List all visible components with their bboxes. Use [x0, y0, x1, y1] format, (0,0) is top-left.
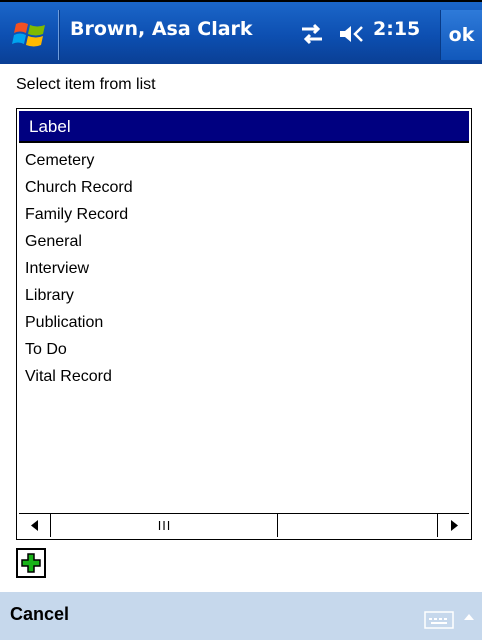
list-item[interactable]: Family Record: [25, 201, 463, 228]
column-header-label[interactable]: Label: [19, 111, 469, 143]
list-item[interactable]: Publication: [25, 309, 463, 336]
item-list[interactable]: Label Cemetery Church Record Family Reco…: [16, 108, 472, 540]
speaker-icon[interactable]: [338, 21, 366, 47]
clock[interactable]: 2:15: [373, 18, 420, 40]
horizontal-scrollbar[interactable]: III: [19, 513, 469, 537]
cancel-button[interactable]: Cancel: [10, 604, 69, 625]
scroll-right-button[interactable]: [437, 514, 469, 537]
menu-bar: Cancel: [0, 592, 482, 640]
list-item[interactable]: Library: [25, 282, 463, 309]
list-item[interactable]: Cemetery: [25, 147, 463, 174]
arrow-left-icon: [31, 520, 38, 531]
add-button[interactable]: [16, 548, 46, 578]
scroll-left-button[interactable]: [19, 514, 51, 537]
scroll-thumb[interactable]: III: [52, 514, 278, 537]
thumb-grip: III: [157, 519, 172, 533]
list-item[interactable]: Church Record: [25, 174, 463, 201]
arrow-right-icon: [451, 520, 458, 531]
plus-icon: [21, 553, 41, 573]
title-divider: [58, 10, 60, 60]
keyboard-icon[interactable]: [424, 610, 454, 630]
prompt-label: Select item from list: [16, 76, 156, 93]
list-item[interactable]: Interview: [25, 255, 463, 282]
connectivity-icon[interactable]: [298, 21, 326, 47]
ok-button[interactable]: ok: [440, 10, 482, 60]
windows-flag-icon[interactable]: [12, 16, 48, 52]
title-bar: Brown, Asa Clark 2:15 ok: [0, 0, 482, 64]
window-title: Brown, Asa Clark: [70, 18, 253, 40]
list-item[interactable]: To Do: [25, 336, 463, 363]
list-item[interactable]: General: [25, 228, 463, 255]
chevron-up-icon[interactable]: [463, 612, 475, 622]
list-item[interactable]: Vital Record: [25, 363, 463, 390]
list-items[interactable]: Cemetery Church Record Family Record Gen…: [25, 147, 463, 390]
